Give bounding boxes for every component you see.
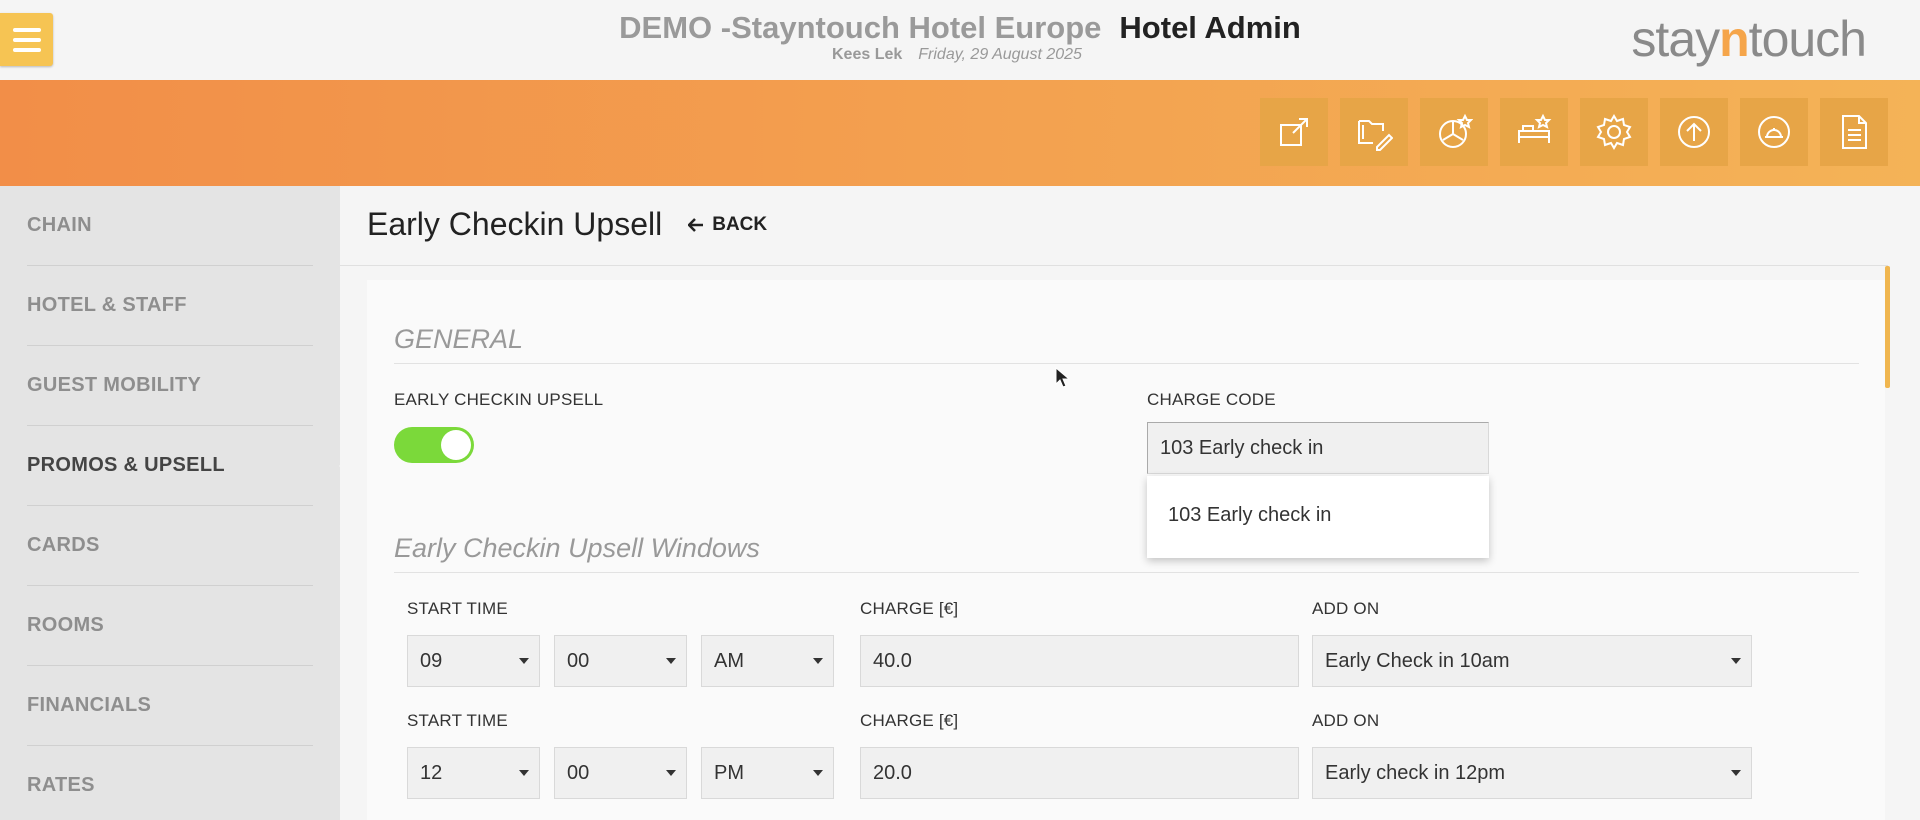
start-ampm-select[interactable]: AM xyxy=(701,635,834,687)
stayntouch-logo: stayntouch xyxy=(1631,10,1867,68)
logo-part-n: n xyxy=(1719,11,1750,67)
caret-down-icon xyxy=(666,770,676,776)
caret-down-icon xyxy=(519,658,529,664)
user-name: Kees Lek xyxy=(832,46,903,63)
sidebar-item-guest-mobility[interactable]: GUEST MOBILITY xyxy=(27,346,313,426)
sidebar-item-cards[interactable]: CARDS xyxy=(27,506,313,586)
section-title-general: GENERAL xyxy=(394,324,524,354)
sidebar-item-promos-upsell[interactable]: PROMOS & UPSELL xyxy=(27,426,351,506)
upload-circle-icon xyxy=(1678,116,1710,148)
caret-down-icon xyxy=(1731,770,1741,776)
toolbar-button-upload[interactable] xyxy=(1660,98,1728,166)
charge-label: CHARGE [€] xyxy=(860,599,959,618)
caret-down-icon xyxy=(813,770,823,776)
start-hour-select[interactable]: 09 xyxy=(407,635,540,687)
charge-label: CHARGE [€] xyxy=(860,711,959,730)
gear-icon xyxy=(1596,114,1632,150)
start-ampm-value: AM xyxy=(714,649,744,672)
section-divider xyxy=(394,572,1859,573)
sidebar-item-rooms[interactable]: ROOMS xyxy=(27,586,313,666)
bed-star-icon xyxy=(1518,113,1552,143)
sidebar-item-hotel-staff[interactable]: HOTEL & STAFF xyxy=(27,266,313,346)
section-divider xyxy=(394,363,1859,364)
main-content: Early Checkin Upsell BACK GENERAL EARLY … xyxy=(340,186,1920,820)
mouse-cursor-icon xyxy=(1055,367,1071,388)
start-minute-value: 00 xyxy=(567,649,590,672)
settings-card: GENERAL EARLY CHECKIN UPSELL CHARGE CODE… xyxy=(367,280,1885,820)
add-on-select[interactable]: Early check in 12pm xyxy=(1312,747,1752,799)
toolbar-button-folder-edit[interactable] xyxy=(1340,98,1408,166)
page-title: Early Checkin Upsell xyxy=(367,206,663,242)
logo-part-stay: stay xyxy=(1631,11,1720,67)
document-icon xyxy=(1842,115,1867,149)
toolbar-button-bed-star[interactable] xyxy=(1500,98,1568,166)
arrow-left-icon xyxy=(688,217,704,232)
charge-input[interactable]: 20.0 xyxy=(860,747,1299,799)
logo-part-touch: touch xyxy=(1748,11,1867,67)
sidebar-item-rates[interactable]: RATES xyxy=(27,746,313,820)
charge-input[interactable]: 40.0 xyxy=(860,635,1299,687)
start-hour-value: 09 xyxy=(420,649,443,672)
early-checkin-toggle[interactable] xyxy=(394,427,474,463)
bell-circle-icon xyxy=(1758,116,1790,148)
app-name: Hotel Admin xyxy=(1119,10,1301,45)
add-on-value: Early check in 12pm xyxy=(1325,761,1506,784)
folder-edit-icon xyxy=(1358,120,1393,151)
caret-down-icon xyxy=(519,770,529,776)
orange-toolbar-band xyxy=(0,80,1920,186)
add-on-value: Early Check in 10am xyxy=(1325,649,1510,672)
caret-down-icon xyxy=(1731,658,1741,664)
add-on-label: ADD ON xyxy=(1312,599,1380,618)
start-time-label: START TIME xyxy=(407,711,508,730)
user-date-line: Kees Lek Friday, 29 August 2025 xyxy=(832,46,1082,64)
start-hour-select[interactable]: 12 xyxy=(407,747,540,799)
charge-code-field[interactable]: 103 Early check in xyxy=(1147,422,1489,474)
start-ampm-value: PM xyxy=(714,761,744,784)
back-label: BACK xyxy=(712,213,768,235)
sidebar-item-chain[interactable]: CHAIN xyxy=(27,186,313,266)
toolbar-button-external[interactable] xyxy=(1260,98,1328,166)
start-minute-select[interactable]: 00 xyxy=(554,747,687,799)
toolbar-button-service[interactable] xyxy=(1740,98,1808,166)
scrollbar-thumb[interactable] xyxy=(1885,266,1890,388)
start-minute-select[interactable]: 00 xyxy=(554,635,687,687)
start-time-label: START TIME xyxy=(407,599,508,618)
caret-down-icon xyxy=(666,658,676,664)
quick-toolbar xyxy=(1260,98,1888,166)
section-title-windows: Early Checkin Upsell Windows xyxy=(394,533,760,563)
charge-code-option[interactable]: 103 Early check in xyxy=(1168,504,1331,527)
toolbar-button-chart-star[interactable] xyxy=(1420,98,1488,166)
current-date: Friday, 29 August 2025 xyxy=(918,46,1082,63)
back-button[interactable]: BACK xyxy=(688,214,767,236)
charge-code-dropdown: 103 Early check in xyxy=(1147,476,1489,558)
toggle-knob xyxy=(441,430,471,460)
toolbar-button-report[interactable] xyxy=(1820,98,1888,166)
header-divider xyxy=(340,265,1888,266)
early-checkin-toggle-label: EARLY CHECKIN UPSELL xyxy=(394,390,604,409)
start-ampm-select[interactable]: PM xyxy=(701,747,834,799)
sidebar-item-financials[interactable]: FINANCIALS xyxy=(27,666,313,746)
add-on-select[interactable]: Early Check in 10am xyxy=(1312,635,1752,687)
page-header: Early Checkin Upsell BACK xyxy=(367,206,767,243)
hotel-name: DEMO -Stayntouch Hotel Europe xyxy=(619,10,1102,45)
caret-down-icon xyxy=(813,658,823,664)
external-link-icon xyxy=(1280,118,1308,146)
start-hour-value: 12 xyxy=(420,761,443,784)
menu-icon-bar xyxy=(12,47,41,52)
charge-code-label: CHARGE CODE xyxy=(1147,390,1276,409)
chart-star-icon xyxy=(1439,113,1473,148)
toolbar-button-settings[interactable] xyxy=(1580,98,1648,166)
top-header: DEMO -Stayntouch Hotel Europe Hotel Admin… xyxy=(0,0,1920,80)
admin-sidebar: CHAIN HOTEL & STAFF GUEST MOBILITY PROMO… xyxy=(0,186,351,820)
add-on-label: ADD ON xyxy=(1312,711,1380,730)
start-minute-value: 00 xyxy=(567,761,590,784)
